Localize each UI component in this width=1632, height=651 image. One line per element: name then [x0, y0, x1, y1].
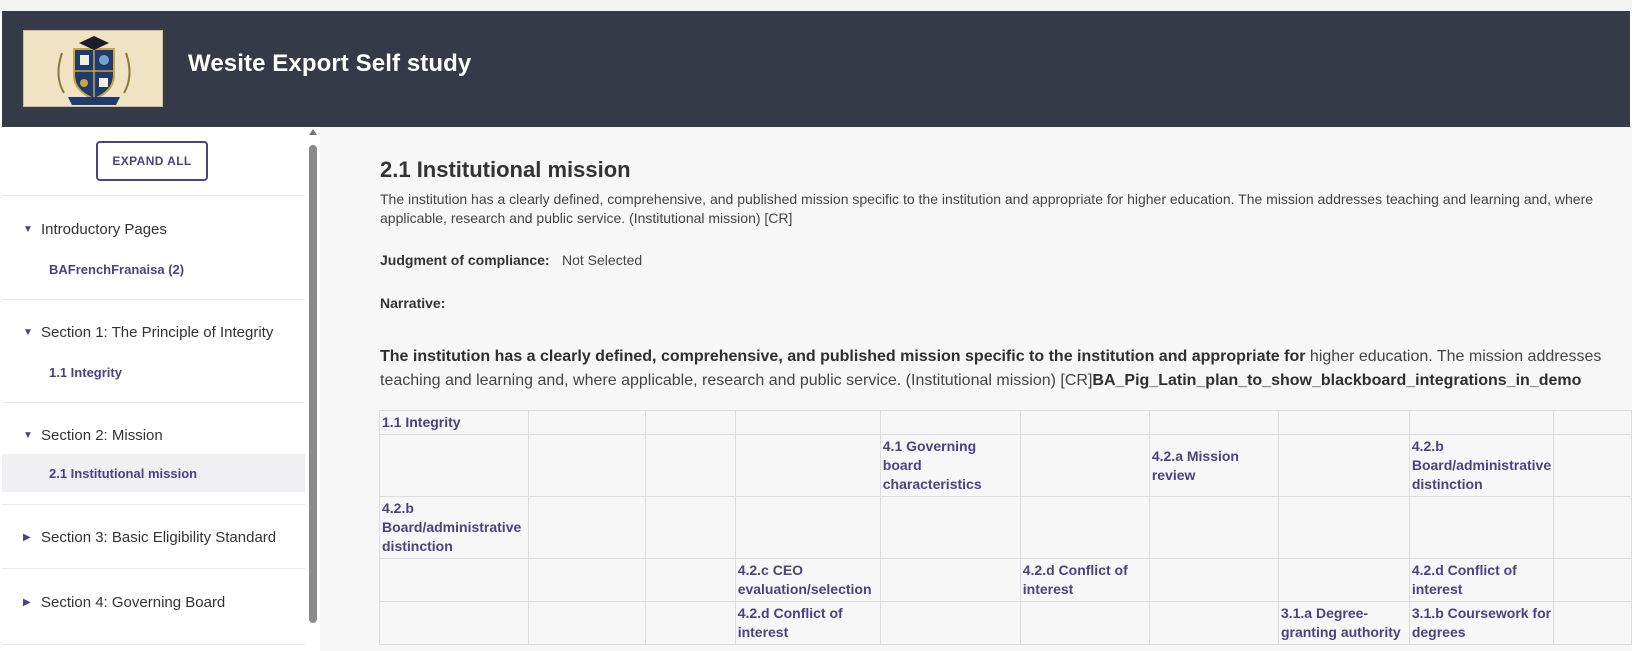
main-content: 2.1 Institutional mission The institutio… [320, 127, 1632, 651]
sidebar-section-label: Introductory Pages [41, 220, 167, 238]
sidebar-section-mission[interactable]: ▼ Section 2: Mission [2, 415, 305, 455]
table-cell[interactable]: 3.1.b Coursework for degrees [1408, 601, 1555, 645]
sidebar-section-governing-board[interactable]: ▶ Section 4: Governing Board [2, 582, 305, 622]
sidebar-divider [2, 644, 305, 645]
sidebar-divider [2, 402, 305, 403]
table-row: 1.1 Integrity [378, 410, 1632, 435]
table-cell [734, 434, 881, 497]
table-cell [1553, 558, 1632, 602]
narrative-label: Narrative: [380, 295, 446, 311]
sidebar-section-integrity[interactable]: ▼ Section 1: The Principle of Integrity [2, 312, 305, 352]
table-cell [1553, 410, 1632, 435]
table-row: 4.2.c CEO evaluation/selection 4.2.d Conf… [378, 558, 1632, 602]
sidebar-section-basic-eligibility[interactable]: ▶ Section 3: Basic Eligibility Standard [2, 517, 305, 557]
table-cell [528, 410, 647, 435]
table-cell [1148, 496, 1279, 559]
table-cell [528, 434, 647, 497]
caret-down-icon: ▼ [23, 429, 33, 441]
sidebar-nav: EXPAND ALL ▼ Introductory Pages BAFrench… [2, 127, 320, 651]
table-cell [378, 434, 530, 497]
app-title: Wesite Export Self study [188, 50, 472, 77]
sidebar-section-label: Section 4: Governing Board [41, 593, 226, 611]
judgment-value: Not Selected [562, 252, 643, 268]
table-cell [1277, 434, 1410, 497]
table-cell [734, 496, 881, 559]
sidebar-divider [2, 504, 305, 505]
table-cell [879, 496, 1021, 559]
caret-down-icon: ▼ [23, 326, 33, 338]
table-row: 4.1 Governing board characteristics 4.2.a… [378, 434, 1632, 497]
table-cell[interactable]: 4.2.d Conflict of interest [734, 601, 881, 645]
caret-right-icon: ▶ [23, 531, 31, 543]
table-cell[interactable]: 4.1 Governing board characteristics [879, 434, 1021, 497]
table-cell [1148, 601, 1279, 645]
table-cell [528, 558, 647, 602]
table-cell[interactable]: 4.2.b Board/administrative distinction [378, 496, 530, 559]
table-cell [528, 496, 647, 559]
sidebar-section-label: Section 1: The Principle of Integrity [41, 323, 274, 341]
standard-description: The institution has a clearly defined, c… [380, 191, 1594, 226]
table-cell [879, 410, 1021, 435]
table-cell[interactable]: 4.2.b Board/administrative distinction [1408, 434, 1555, 497]
table-cell [528, 601, 647, 645]
app-header: Wesite Export Self study [2, 11, 1630, 127]
table-cell [1408, 410, 1555, 435]
expand-all-button[interactable]: EXPAND ALL [96, 141, 208, 181]
table-cell [645, 601, 736, 645]
table-cell[interactable]: 1.1 Integrity [378, 410, 530, 435]
sidebar-section-introductory-pages[interactable]: ▼ Introductory Pages [2, 209, 305, 249]
table-cell [645, 558, 736, 602]
table-cell [1019, 410, 1150, 435]
table-cell [1019, 434, 1150, 497]
caret-down-icon: ▼ [23, 223, 33, 235]
sidebar-section-label: Section 2: Mission [41, 426, 163, 444]
table-cell [1019, 496, 1150, 559]
judgment-label: Judgment of compliance: [380, 252, 550, 268]
table-cell[interactable]: 3.1.a Degree-granting authority [1277, 601, 1410, 645]
sidebar-divider [2, 195, 305, 196]
sidebar-divider [2, 568, 305, 569]
sidebar-item-institutional-mission[interactable]: 2.1 Institutional mission [2, 454, 305, 492]
table-cell[interactable]: 4.2.c CEO evaluation/selection [734, 558, 881, 602]
table-cell [1553, 601, 1632, 645]
narrative-text: The institution has a clearly defined, c… [380, 345, 1632, 393]
table-cell [645, 410, 736, 435]
table-cell [645, 434, 736, 497]
narrative-bold-text: The institution has a clearly defined, c… [380, 348, 1306, 365]
sidebar-divider [2, 299, 305, 300]
caret-right-icon: ▶ [23, 596, 31, 608]
table-cell[interactable]: 4.2.d Conflict of interest [1408, 558, 1555, 602]
table-cell [1553, 434, 1632, 497]
sidebar-item-integrity[interactable]: 1.1 Integrity [2, 353, 305, 391]
table-cell [1148, 558, 1279, 602]
table-row: 4.2.b Board/administrative distinction [378, 496, 1632, 559]
table-cell [734, 410, 881, 435]
table-cell [1277, 496, 1410, 559]
narrative-document-link[interactable]: BA_Pig_Latin_plan_to_show_blackboard_int… [1092, 372, 1581, 389]
table-row: 4.2.d Conflict of interest 3.1.a Degree-g… [378, 601, 1632, 645]
scroll-up-arrow-icon[interactable] [309, 129, 317, 135]
table-cell [1277, 558, 1410, 602]
table-cell[interactable]: 4.2.d Conflict of interest [1019, 558, 1150, 602]
sidebar-section-label: Section 3: Basic Eligibility Standard [41, 528, 277, 546]
table-cell [1148, 410, 1279, 435]
table-cell[interactable]: 4.2.a Mission review [1148, 434, 1279, 497]
table-cell [1408, 496, 1555, 559]
crosswalk-table: 1.1 Integrity 4.1 Governing board charact… [378, 410, 1632, 645]
table-cell [1553, 496, 1632, 559]
table-cell [879, 558, 1021, 602]
table-cell [378, 558, 530, 602]
sidebar-scrollbar[interactable] [305, 127, 320, 651]
table-cell [1277, 410, 1410, 435]
table-cell [879, 601, 1021, 645]
university-logo [23, 30, 163, 107]
table-cell [645, 496, 736, 559]
sidebar-item-bafrenchfranaisa[interactable]: BAFrenchFranaisa (2) [2, 250, 305, 288]
table-cell [378, 601, 530, 645]
scrollbar-thumb[interactable] [309, 145, 317, 623]
page-title: 2.1 Institutional mission [380, 157, 631, 182]
table-cell [1019, 601, 1150, 645]
window-top-strip [0, 0, 1632, 11]
